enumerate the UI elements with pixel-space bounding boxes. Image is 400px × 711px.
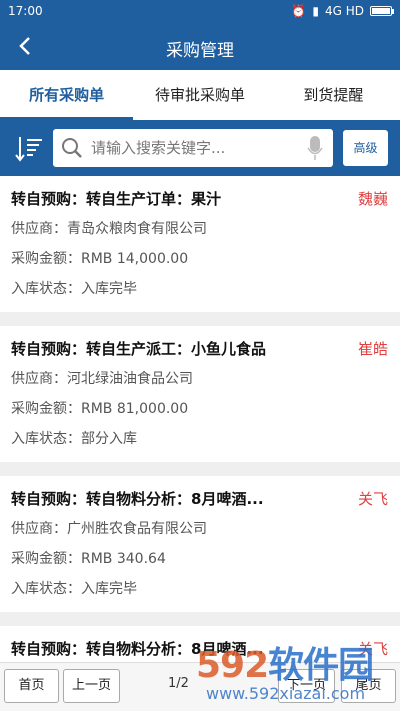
tab-all-orders[interactable]: 所有采购单 bbox=[0, 70, 134, 120]
prev-page-button[interactable]: 上一页 bbox=[63, 669, 120, 703]
order-owner: 魏巍 bbox=[357, 190, 388, 208]
page-indicator: 1/2 bbox=[168, 676, 189, 691]
order-status: 入库状态：入库完毕 bbox=[11, 281, 137, 297]
order-amount: 采购金额：RMB 14,000.00 bbox=[11, 251, 189, 267]
tab-bar: 所有采购单 待审批采购单 到货提醒 bbox=[0, 70, 400, 120]
page-title: 采购管理 bbox=[166, 41, 234, 61]
search-input[interactable] bbox=[91, 135, 291, 161]
battery-icon bbox=[370, 6, 394, 16]
order-card[interactable]: 转自预购：转自物料分析：8月啤酒... 关飞 供应商：广州胜农食品有限公司 采购… bbox=[0, 476, 400, 612]
watermark-logo: 592软件园 www.592xiazai.com bbox=[196, 636, 400, 711]
search-icon bbox=[62, 138, 82, 158]
first-page-button[interactable]: 首页 bbox=[4, 669, 59, 703]
order-owner: 关飞 bbox=[357, 490, 388, 508]
microphone-icon[interactable] bbox=[307, 135, 323, 161]
watermark-brand: 592软件园 bbox=[196, 636, 374, 688]
status-time: 17:00 bbox=[8, 4, 43, 18]
advanced-search-button[interactable]: 高级 bbox=[343, 130, 388, 166]
sort-icon[interactable] bbox=[14, 134, 44, 164]
order-supplier: 供应商：广州胜农食品有限公司 bbox=[11, 521, 207, 537]
order-title: 转自预购：转自生产派工：小鱼儿食品 bbox=[11, 340, 267, 358]
order-amount: 采购金额：RMB 81,000.00 bbox=[11, 401, 189, 417]
order-supplier: 供应商：河北绿油油食品公司 bbox=[11, 371, 193, 387]
status-icons: ⏰ ▮ 4G HD bbox=[291, 4, 394, 18]
tab-pending-approval[interactable]: 待审批采购单 bbox=[133, 70, 266, 120]
watermark-number: 592 bbox=[196, 645, 269, 686]
order-supplier: 供应商：青岛众粮肉食有限公司 bbox=[11, 221, 207, 237]
order-status: 入库状态：部分入库 bbox=[11, 431, 137, 447]
order-status: 入库状态：入库完毕 bbox=[11, 581, 137, 597]
order-card[interactable]: 转自预购：转自生产派工：小鱼儿食品 崔皓 供应商：河北绿油油食品公司 采购金额：… bbox=[0, 326, 400, 462]
order-card[interactable]: 转自预购：转自生产订单：果汁 魏巍 供应商：青岛众粮肉食有限公司 采购金额：RM… bbox=[0, 176, 400, 312]
status-bar: 17:00 ⏰ ▮ 4G HD bbox=[0, 0, 400, 24]
tab-arrival-reminder[interactable]: 到货提醒 bbox=[267, 70, 400, 120]
order-amount: 采购金额：RMB 340.64 bbox=[11, 551, 166, 567]
order-owner: 崔皓 bbox=[357, 340, 388, 358]
watermark-url: www.592xiazai.com bbox=[206, 684, 366, 703]
app-header: 采购管理 bbox=[0, 24, 400, 70]
order-title: 转自预购：转自生产订单：果汁 bbox=[11, 190, 222, 208]
search-row: 高级 bbox=[0, 120, 400, 176]
search-box bbox=[53, 129, 333, 167]
network-label: 4G HD bbox=[324, 4, 364, 18]
alarm-icon: ⏰ bbox=[291, 4, 307, 18]
watermark-text: 软件园 bbox=[268, 645, 374, 686]
order-title: 转自预购：转自物料分析：8月啤酒... bbox=[11, 490, 264, 508]
signal-icon: ▮ bbox=[312, 4, 319, 18]
